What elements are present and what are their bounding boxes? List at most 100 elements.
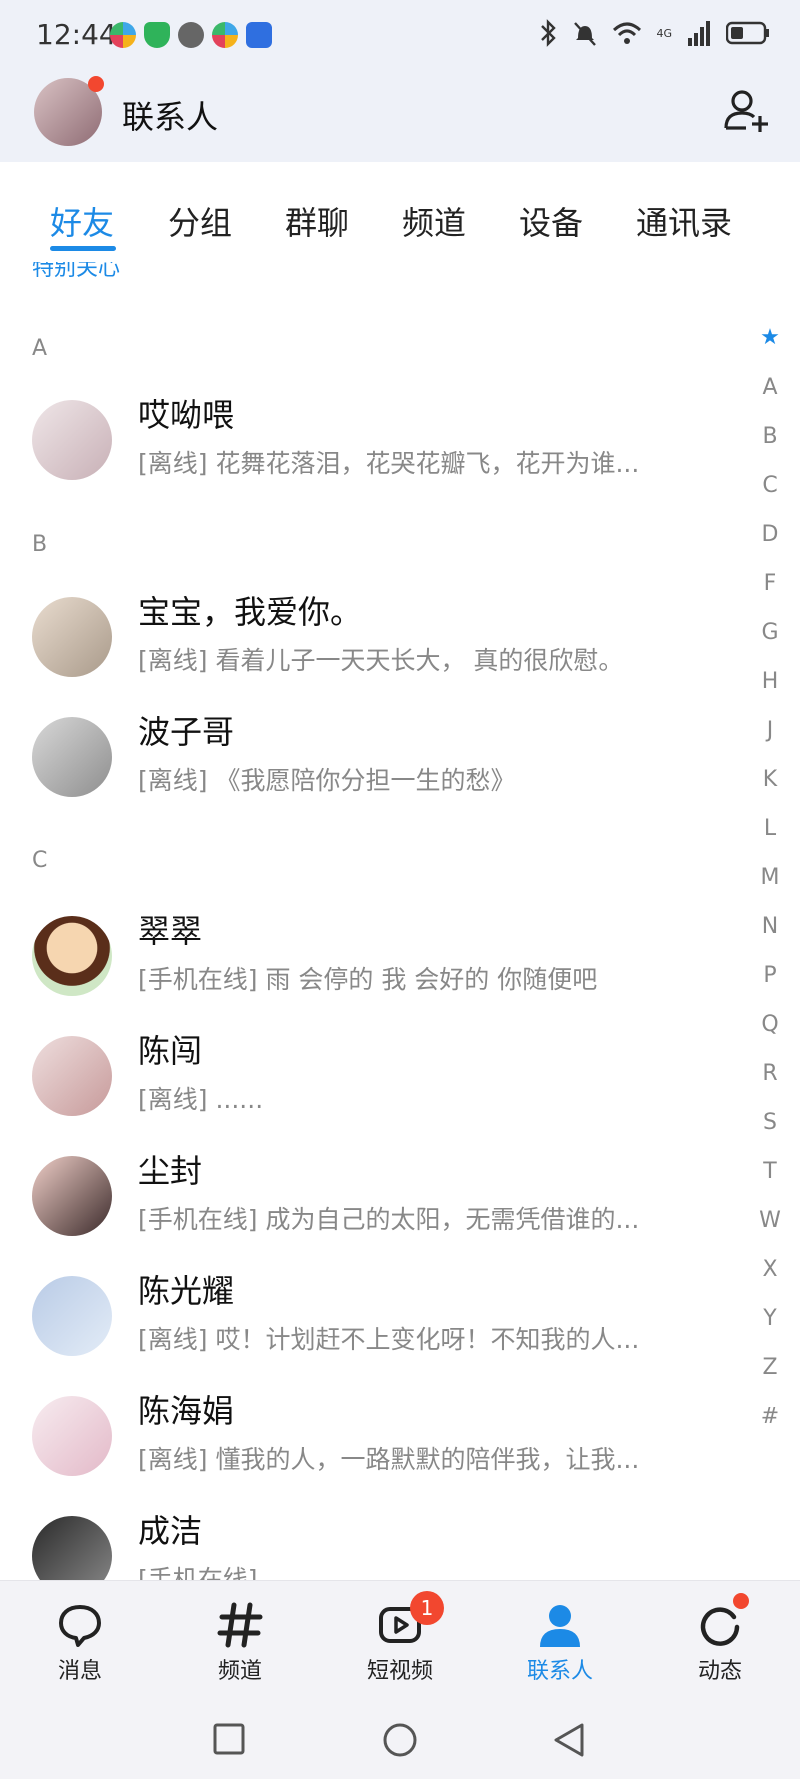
index-letter[interactable]: H	[748, 669, 792, 694]
contact-avatar	[32, 1516, 112, 1580]
contact-row[interactable]: 波子哥 [离线] 《我愿陪你分担一生的愁》	[0, 697, 740, 817]
wechat-icon	[178, 22, 204, 48]
nav-contacts[interactable]: 联系人	[500, 1601, 620, 1685]
add-friend-icon[interactable]	[722, 86, 770, 134]
contact-name: 哎呦喂	[138, 396, 235, 434]
contact-status: [手机在线] 雨 会停的 我 会好的 你随便吧	[138, 965, 598, 994]
index-letter[interactable]: Q	[748, 1012, 792, 1037]
contact-row[interactable]: 尘封 [手机在线] 成为自己的太阳，无需凭借谁的...	[0, 1136, 740, 1256]
contact-row[interactable]: 陈光耀 [离线] 哎！计划赶不上变化呀！不知我的人...	[0, 1256, 740, 1376]
back-icon[interactable]	[552, 1722, 586, 1758]
index-letter[interactable]: M	[748, 865, 792, 890]
wifi-icon	[613, 22, 642, 44]
notification-icons	[110, 22, 272, 48]
battery-icon	[726, 21, 769, 45]
index-letter[interactable]: Z	[748, 1355, 792, 1380]
contact-row[interactable]: 陈海娟 [离线] 懂我的人，一路默默的陪伴我，让我...	[0, 1376, 740, 1496]
contact-name: 陈闯	[138, 1032, 203, 1070]
index-letter[interactable]: Y	[748, 1306, 792, 1331]
nav-activity[interactable]: 动态	[660, 1601, 780, 1685]
index-letter[interactable]: X	[748, 1257, 792, 1282]
index-letter[interactable]: G	[748, 620, 792, 645]
tab-devices[interactable]: 设备	[519, 198, 583, 244]
index-letter[interactable]: T	[748, 1159, 792, 1184]
contact-status: [离线] 懂我的人，一路默默的陪伴我，让我...	[138, 1445, 640, 1474]
index-letter[interactable]: W	[748, 1208, 792, 1233]
index-letter[interactable]: A	[748, 375, 792, 400]
message-icon	[59, 1605, 101, 1647]
tab-address-book[interactable]: 通讯录	[636, 198, 732, 244]
contact-row[interactable]: 翠翠 [手机在线] 雨 会停的 我 会好的 你随便吧	[0, 896, 740, 1016]
nav-label: 频道	[217, 1659, 262, 1684]
contact-tabs: 好友 分组 群聊 频道 设备 通讯录	[0, 162, 800, 262]
mute-icon	[574, 22, 597, 46]
nav-label: 短视频	[366, 1659, 433, 1684]
tab-group-chats[interactable]: 群聊	[285, 198, 349, 244]
index-hash[interactable]: #	[748, 1404, 792, 1429]
shield-icon	[144, 22, 170, 48]
contact-status: [离线] 哎！计划赶不上变化呀！不知我的人...	[138, 1325, 640, 1354]
special-care-section-header[interactable]: 特别关心	[32, 262, 120, 288]
notification-badge: 1	[410, 1591, 444, 1625]
app-header: 联系人	[0, 72, 800, 162]
active-tab-indicator	[50, 246, 116, 251]
contact-row[interactable]: 宝宝，我爱你。 [离线] 看着儿子一天天长大， 真的很欣慰。	[0, 577, 740, 697]
status-bar: 12:44 4G	[0, 0, 800, 72]
home-icon[interactable]	[382, 1722, 418, 1758]
page-title: 联系人	[122, 98, 219, 136]
nav-label: 动态	[697, 1659, 742, 1684]
bluetooth-icon	[541, 19, 557, 47]
contact-row[interactable]: 哎呦喂 [离线] 花舞花落泪，花哭花瓣飞，花开为谁...	[0, 380, 740, 500]
contact-avatar	[32, 400, 112, 480]
index-letter[interactable]: J	[748, 718, 792, 743]
index-star[interactable]: ★	[748, 325, 792, 350]
notification-dot	[88, 76, 104, 92]
index-letter[interactable]: L	[748, 816, 792, 841]
index-letter[interactable]: K	[748, 767, 792, 792]
nav-messages[interactable]: 消息	[20, 1601, 140, 1685]
contact-name: 波子哥	[138, 713, 235, 751]
contact-name: 陈光耀	[138, 1272, 235, 1310]
network-type: 4G	[656, 26, 672, 40]
index-letter[interactable]: R	[748, 1061, 792, 1086]
contact-status: [离线] 看着儿子一天天长大， 真的很欣慰。	[138, 646, 624, 675]
contact-status: [手机在线] 成为自己的太阳，无需凭借谁的...	[138, 1205, 640, 1234]
tab-friends[interactable]: 好友	[50, 198, 114, 244]
hash-icon	[217, 1602, 263, 1648]
contact-avatar	[32, 1276, 112, 1356]
baidu-icon	[246, 22, 272, 48]
contact-avatar	[32, 1156, 112, 1236]
contact-avatar	[32, 1396, 112, 1476]
nav-label: 消息	[57, 1659, 102, 1684]
tab-channels[interactable]: 频道	[402, 198, 466, 244]
index-letter[interactable]: C	[748, 473, 792, 498]
section-header-a: A	[32, 336, 48, 361]
app-notification-icon	[110, 22, 136, 48]
section-header-b: B	[32, 532, 48, 557]
contacts-icon	[540, 1605, 580, 1647]
system-status-icons: 4G	[538, 18, 770, 48]
index-letter[interactable]: N	[748, 914, 792, 939]
contact-status: [手机在线]	[138, 1565, 258, 1580]
contact-status: [离线] 花舞花落泪，花哭花瓣飞，花开为谁...	[138, 449, 640, 478]
index-letter[interactable]: B	[748, 424, 792, 449]
contact-status: [离线] 《我愿陪你分担一生的愁》	[138, 766, 516, 795]
contact-name: 翠翠	[138, 912, 203, 950]
nav-label: 联系人	[526, 1659, 593, 1684]
contact-avatar	[32, 916, 112, 996]
tab-groups[interactable]: 分组	[168, 198, 232, 244]
contact-name: 尘封	[138, 1152, 203, 1190]
contact-avatar	[32, 597, 112, 677]
index-letter[interactable]: P	[748, 963, 792, 988]
section-header-c: C	[32, 848, 48, 873]
status-time: 12:44	[36, 18, 117, 51]
recent-apps-icon[interactable]	[212, 1722, 246, 1756]
index-letter[interactable]: D	[748, 522, 792, 547]
contact-name: 宝宝，我爱你。	[138, 593, 363, 631]
contact-avatar	[32, 1036, 112, 1116]
nav-channels[interactable]: 频道	[180, 1601, 300, 1685]
contact-row[interactable]: 成洁 [手机在线]	[0, 1496, 740, 1580]
index-letter[interactable]: S	[748, 1110, 792, 1135]
contact-row[interactable]: 陈闯 [离线] ......	[0, 1016, 740, 1136]
index-letter[interactable]: F	[748, 571, 792, 596]
